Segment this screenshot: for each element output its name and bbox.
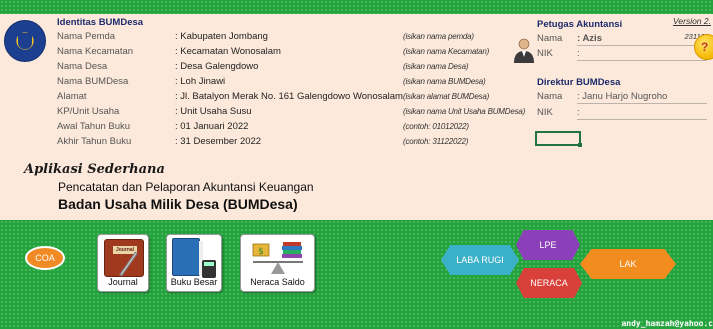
value-nama-kecamatan[interactable]: : Kecamatan Wonosalam: [175, 46, 281, 57]
journal-label: Journal: [108, 277, 138, 287]
hint-nama-desa: (isikan nama Desa): [403, 62, 469, 71]
value-awal-tahun-buku[interactable]: : 01 Januari 2022: [175, 121, 248, 132]
label-nama-pemda: Nama Pemda: [57, 31, 116, 42]
direktur-nama-label: Nama: [537, 91, 563, 102]
label-nama-desa: Nama Desa: [57, 61, 108, 72]
petugas-title: Petugas Akuntansi: [537, 19, 623, 30]
petugas-nik-value[interactable]: :: [577, 48, 580, 59]
hint-unit-usaha: (isikan nama Unit Usaha BUMDesa): [403, 107, 526, 116]
app-title: Aplikasi Sederhana: [24, 162, 165, 177]
hint-nama-bumdesa: (isikan nama BUMDesa): [403, 77, 486, 86]
hint-nama-kecamatan: (isikan nama Kecamatan): [403, 47, 490, 56]
app-subtitle-bold: Badan Usaha Milik Desa (BUMDesa): [58, 196, 298, 212]
help-icon: ?: [701, 40, 709, 54]
top-strip: [0, 0, 713, 14]
calculator-icon: [202, 260, 216, 278]
neraca-saldo-button[interactable]: $ Neraca Saldo: [240, 234, 315, 292]
version-label: Version 2.: [673, 16, 711, 26]
label-akhir-tahun-buku: Akhir Tahun Buku: [57, 136, 132, 147]
author-email: andy_hamzah@yahoo.c: [621, 319, 713, 328]
value-alamat[interactable]: : Jl. Batalyon Merak No. 161 Galengdowo …: [175, 91, 403, 102]
divider: [577, 103, 707, 104]
divider: [577, 45, 707, 46]
value-unit-usaha[interactable]: : Unit Usaha Susu: [175, 106, 252, 117]
petugas-nama-value[interactable]: : Azis: [577, 33, 602, 44]
hint-alamat: (isikan alamat BUMDesa): [403, 92, 490, 101]
journal-book-icon: Journal: [104, 239, 144, 277]
value-nama-desa[interactable]: : Desa Galengdowo: [175, 61, 258, 72]
coa-button[interactable]: COA: [25, 246, 65, 270]
help-button[interactable]: ?: [694, 34, 713, 60]
identity-panel: Identitas BUMDesa Nama Pemda : Kabupaten…: [0, 14, 713, 220]
value-akhir-tahun-buku[interactable]: : 31 Desember 2022: [175, 136, 261, 147]
ledger-book-icon: [172, 238, 203, 276]
direktur-nik-label: NIK: [537, 107, 553, 118]
balance-scale-icon: $: [252, 242, 303, 274]
buku-besar-label: Buku Besar: [170, 277, 218, 287]
petugas-nik-label: NIK: [537, 48, 553, 59]
value-nama-pemda[interactable]: : Kabupaten Jombang: [175, 31, 268, 42]
journal-button[interactable]: Journal Journal: [97, 234, 149, 292]
direktur-nik-value[interactable]: :: [577, 107, 580, 118]
buku-besar-button[interactable]: Buku Besar: [166, 234, 222, 292]
label-nama-kecamatan: Nama Kecamatan: [57, 46, 134, 57]
laba-rugi-button[interactable]: LABA RUGI: [441, 245, 519, 275]
bumdesa-logo: [4, 20, 46, 62]
hint-nama-pemda: (isikan nama pemda): [403, 32, 474, 41]
direktur-title: Direktur BUMDesa: [537, 77, 621, 88]
svg-text:$: $: [258, 247, 264, 257]
petugas-nama-label: Nama: [537, 33, 563, 44]
app-subtitle: Pencatatan dan Pelaporan Akuntansi Keuan…: [58, 180, 314, 194]
label-nama-bumdesa: Nama BUMDesa: [57, 76, 129, 87]
divider: [577, 119, 707, 120]
direktur-nama-value[interactable]: : Janu Harjo Nugroho: [577, 91, 667, 102]
identity-title: Identitas BUMDesa: [57, 17, 144, 28]
label-alamat: Alamat: [57, 91, 87, 102]
divider: [577, 60, 707, 61]
neraca-saldo-label: Neraca Saldo: [250, 277, 305, 287]
navigation-area: COA Journal Journal Buku Besar $ Neraca …: [0, 220, 713, 329]
lpe-button[interactable]: LPE: [516, 230, 580, 260]
neraca-button[interactable]: NERACA: [516, 268, 582, 298]
selected-cell[interactable]: [535, 131, 582, 147]
hint-akhir-tahun-buku: (contoh: 31122022): [403, 137, 469, 146]
user-icon: [514, 38, 534, 63]
label-unit-usaha: KP/Unit Usaha: [57, 106, 120, 117]
lak-button[interactable]: LAK: [580, 249, 676, 279]
hint-awal-tahun-buku: (contoh: 01012022): [403, 122, 469, 131]
label-awal-tahun-buku: Awal Tahun Buku: [57, 121, 131, 132]
value-nama-bumdesa[interactable]: : Loh Jinawi: [175, 76, 225, 87]
